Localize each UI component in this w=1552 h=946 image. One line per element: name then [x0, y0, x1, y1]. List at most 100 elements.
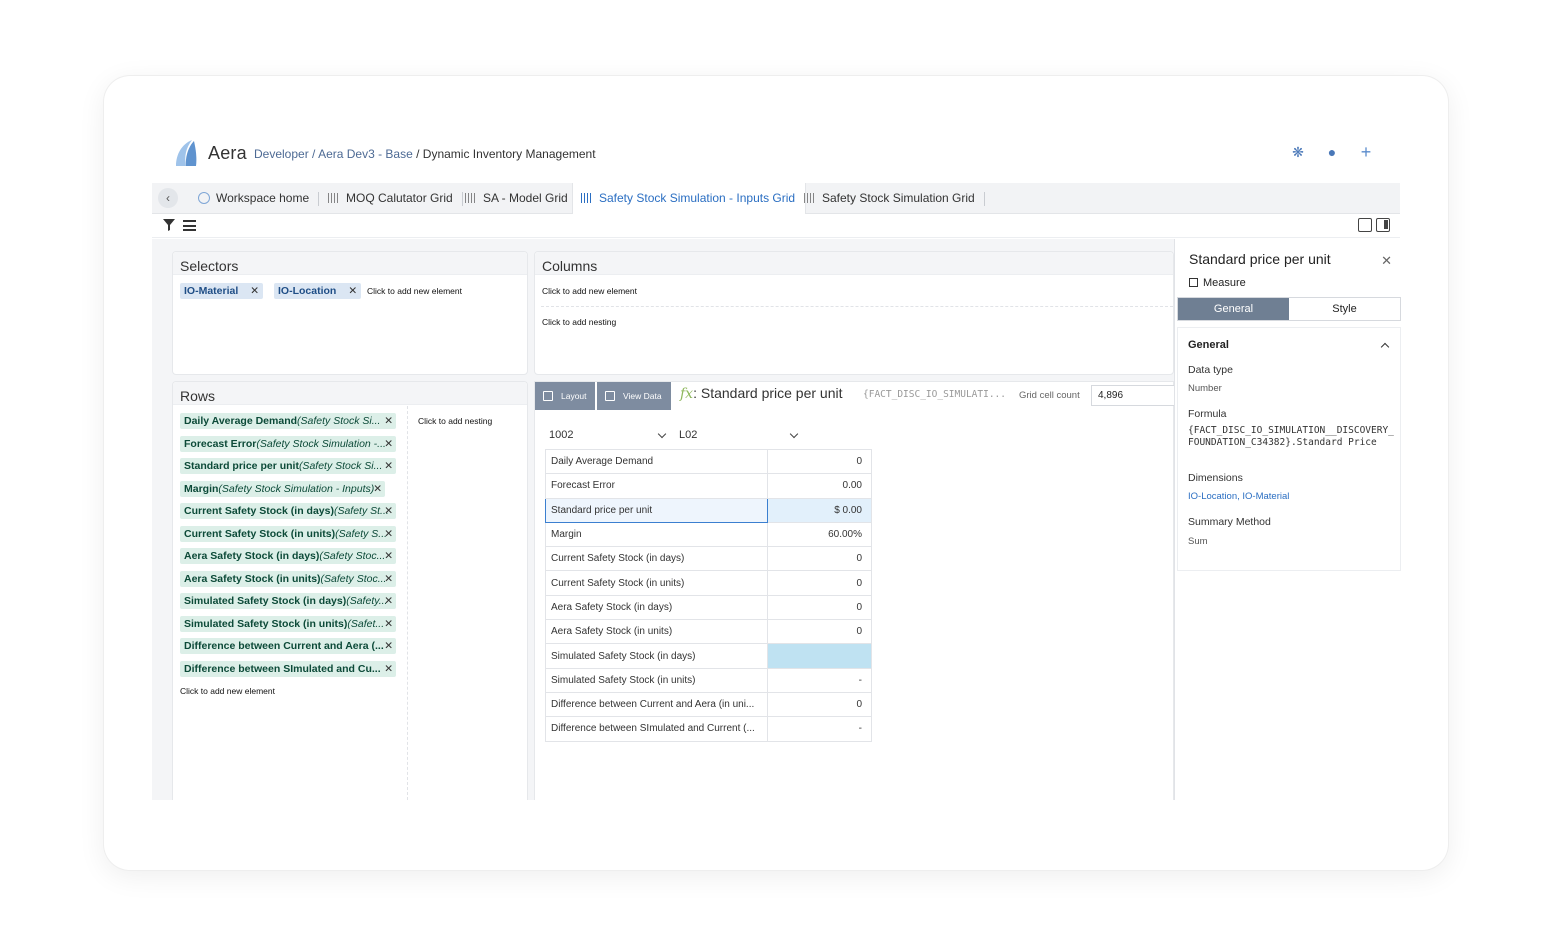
cell-value[interactable]: 0	[767, 570, 872, 596]
dimensions-value[interactable]: IO-Location, IO-Material	[1188, 491, 1289, 502]
properties-panel: Standard price per unit ✕ Measure Genera…	[1174, 239, 1401, 800]
edit-icon[interactable]	[1358, 218, 1372, 232]
view-data-button[interactable]: View Data	[597, 382, 671, 410]
rows-add-nesting[interactable]: Click to add nesting	[418, 416, 492, 426]
selectors-add-element[interactable]: Click to add new element	[367, 286, 462, 296]
cell-value[interactable]: $ 0.00	[767, 497, 872, 523]
grid-icon	[804, 193, 816, 203]
plus-icon[interactable]: +	[1358, 143, 1374, 161]
remove-chip-icon[interactable]: ✕	[384, 413, 393, 429]
columns-panel: Columns Click to add new element Click t…	[534, 251, 1174, 375]
tab-sa-model-grid[interactable]: SA - Model Grid	[457, 183, 578, 214]
general-section: General Data type Number Formula {FACT_D…	[1177, 327, 1401, 571]
selector-chip-io-location[interactable]: IO-Location ✕	[274, 283, 362, 299]
tab-safety-stock-simulation-grid[interactable]: Safety Stock Simulation Grid	[796, 183, 985, 214]
table-row: Aera Safety Stock (in days) 0	[545, 594, 872, 621]
remove-chip-icon[interactable]: ✕	[373, 481, 382, 497]
cell-value[interactable]: 0	[767, 448, 872, 475]
cell-value[interactable]: -	[767, 667, 872, 693]
general-section-header[interactable]: General	[1188, 339, 1229, 351]
selectors-panel: Selectors IO-Material ✕ IO-Location ✕ Clic…	[172, 251, 528, 375]
cell-value[interactable]: 0.00	[767, 473, 872, 499]
cell-value[interactable]: 60.00%	[767, 521, 872, 548]
row-chip[interactable]: Difference between Current and Aera (...…	[180, 638, 396, 654]
material-select[interactable]: 1002	[549, 422, 667, 448]
chevron-up-icon[interactable]	[1380, 342, 1390, 352]
table-row: Forecast Error 0.00	[545, 473, 872, 499]
row-chip[interactable]: Simulated Safety Stock (in days)(Safety.…	[180, 593, 396, 609]
row-label[interactable]: Difference between SImulated and Current…	[545, 716, 768, 742]
workspace-home-icon	[198, 192, 210, 204]
remove-chip-icon[interactable]: ✕	[384, 638, 393, 654]
remove-chip-icon[interactable]: ✕	[384, 436, 393, 452]
table-row: Difference between SImulated and Current…	[545, 716, 872, 742]
cell-value-highlighted[interactable]	[767, 643, 872, 669]
row-chip[interactable]: Current Safety Stock (in units)(Safety S…	[180, 525, 396, 542]
tab-general[interactable]: General	[1178, 298, 1289, 320]
row-chip[interactable]: Simulated Safety Stock (in units)(Safet.…	[180, 615, 396, 632]
row-chip[interactable]: Difference between SImulated and Cu... ✕	[180, 660, 396, 677]
cell-value[interactable]: 0	[767, 619, 872, 645]
tab-workspace-home[interactable]: Workspace home	[190, 183, 320, 214]
remove-chip-icon[interactable]: ✕	[250, 285, 259, 297]
properties-title: Standard price per unit	[1189, 251, 1331, 267]
data-type-label: Data type	[1188, 364, 1233, 376]
remove-chip-icon[interactable]: ✕	[384, 571, 393, 587]
top-icons: ❋ ● +	[1290, 143, 1374, 161]
menu-icon[interactable]	[183, 220, 196, 231]
side-panel-toggle-icon[interactable]	[1376, 218, 1390, 232]
row-chip[interactable]: Current Safety Stock (in days)(Safety St…	[180, 503, 396, 519]
mic-icon[interactable]: ●	[1324, 144, 1340, 160]
row-label[interactable]: Current Safety Stock (in days)	[545, 546, 768, 572]
table-row: Current Safety Stock (in days) 0	[545, 546, 872, 572]
row-chip[interactable]: Standard price per unit(Safety Stock Si.…	[180, 458, 396, 474]
tab-safety-stock-inputs-grid[interactable]: Safety Stock Simulation - Inputs Grid	[572, 183, 807, 215]
close-icon[interactable]: ✕	[1381, 253, 1392, 269]
cell-value[interactable]: 0	[767, 546, 872, 572]
remove-chip-icon[interactable]: ✕	[384, 661, 393, 677]
tab-bar: ‹ Workspace home MOQ Calutator Grid SA -…	[152, 183, 1400, 215]
row-label[interactable]: Standard price per unit	[545, 497, 768, 523]
remove-chip-icon[interactable]: ✕	[384, 503, 393, 519]
remove-chip-icon[interactable]: ✕	[384, 526, 393, 542]
rows-add-element[interactable]: Click to add new element	[180, 686, 275, 696]
preview-header: Layout View Data fx: Standard price per …	[535, 382, 1181, 410]
row-label[interactable]: Aera Safety Stock (in days)	[545, 594, 768, 621]
cell-value[interactable]: -	[767, 716, 872, 742]
breadcrumb-project[interactable]: Aera Dev3 - Base	[318, 147, 413, 161]
breadcrumb-developer[interactable]: Developer	[254, 147, 309, 161]
row-label[interactable]: Aera Safety Stock (in units)	[545, 619, 768, 645]
row-label[interactable]: Current Safety Stock (in units)	[545, 570, 768, 596]
row-label[interactable]: Daily Average Demand	[545, 448, 768, 475]
layout-button[interactable]: Layout	[535, 382, 595, 410]
row-chip[interactable]: Forecast Error(Safety Stock Simulation -…	[180, 435, 396, 452]
columns-add-element[interactable]: Click to add new element	[542, 286, 637, 296]
row-label[interactable]: Forecast Error	[545, 473, 768, 499]
remove-chip-icon[interactable]: ✕	[384, 616, 393, 632]
selector-chip-io-material[interactable]: IO-Material ✕	[180, 283, 264, 299]
cell-value[interactable]: 0	[767, 594, 872, 621]
row-chip[interactable]: Daily Average Demand(Safety Stock Si... ✕	[180, 413, 396, 429]
settings-icon[interactable]: ❋	[1290, 144, 1306, 160]
row-chip[interactable]: Aera Safety Stock (in units)(Safety Stoc…	[180, 570, 396, 587]
row-chip[interactable]: Margin(Safety Stock Simulation - Inputs)…	[180, 480, 385, 497]
remove-chip-icon[interactable]: ✕	[384, 548, 393, 564]
remove-chip-icon[interactable]: ✕	[384, 593, 393, 609]
row-label[interactable]: Simulated Safety Stock (in days)	[545, 643, 768, 669]
row-chip[interactable]: Aera Safety Stock (in days)(Safety Stoc.…	[180, 548, 396, 564]
columns-add-nesting[interactable]: Click to add nesting	[542, 317, 616, 327]
top-bar: Aera Developer / Aera Dev3 - Base / Dyna…	[152, 132, 1400, 178]
cell-value[interactable]: 0	[767, 691, 872, 718]
grid-cell-count-field[interactable]: 4,896	[1091, 385, 1181, 406]
remove-chip-icon[interactable]: ✕	[384, 458, 393, 474]
filter-icon[interactable]	[163, 219, 175, 231]
row-label[interactable]: Simulated Safety Stock (in units)	[545, 667, 768, 693]
row-label[interactable]: Difference between Current and Aera (in …	[545, 691, 768, 718]
row-label[interactable]: Margin	[545, 521, 768, 548]
remove-chip-icon[interactable]: ✕	[348, 285, 357, 297]
tab-moq-calculator-grid[interactable]: MOQ Calutator Grid	[320, 183, 463, 214]
back-button[interactable]: ‹	[158, 188, 178, 208]
location-select[interactable]: L02	[679, 422, 799, 448]
tab-style[interactable]: Style	[1289, 298, 1400, 320]
table-row: Daily Average Demand 0	[545, 448, 872, 475]
